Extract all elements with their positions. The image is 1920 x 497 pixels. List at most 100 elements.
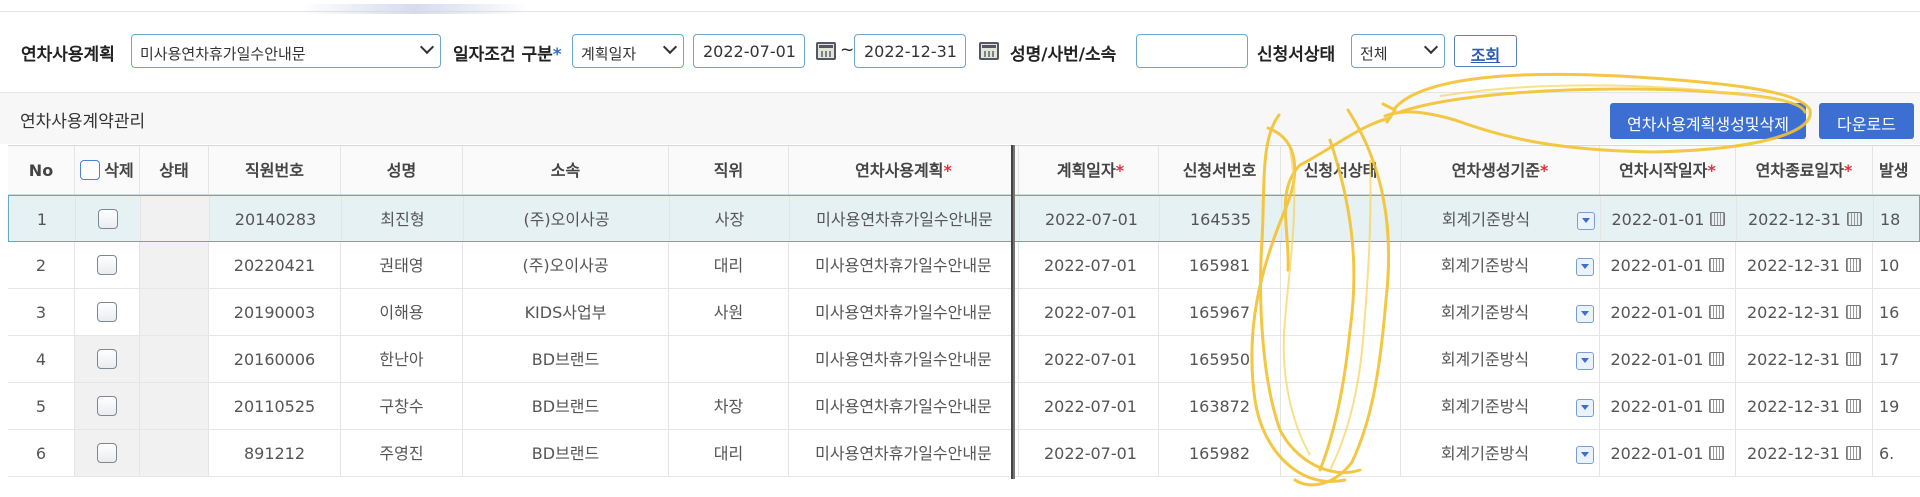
- status-select[interactable]: 전체: [1351, 34, 1445, 68]
- col-department[interactable]: 소속: [463, 146, 669, 194]
- calendar-icon[interactable]: [1709, 305, 1725, 319]
- table-row[interactable]: 4 20160006 한난아 BD브랜드 미사용연차휴가일수안내문 2022-07-01 1…: [8, 336, 1920, 383]
- cell-issued-text: 16: [1879, 303, 1900, 322]
- row-delete-checkbox[interactable]: [97, 396, 117, 416]
- row-delete-checkbox[interactable]: [97, 443, 117, 463]
- cell-generation-basis[interactable]: 회계기준방식: [1401, 430, 1600, 476]
- calendar-icon[interactable]: [979, 42, 999, 60]
- cell-end-date[interactable]: 2022-12-31: [1736, 336, 1873, 382]
- cell-delete[interactable]: [75, 289, 140, 335]
- cell-end-date[interactable]: 2022-12-31: [1736, 242, 1873, 288]
- col-employee-no[interactable]: 직원번호: [209, 146, 341, 194]
- row-delete-checkbox[interactable]: [98, 209, 118, 229]
- calendar-icon[interactable]: [1709, 352, 1725, 366]
- cell-plan-text: 미사용연차휴가일수안내문: [816, 210, 993, 229]
- calendar-icon[interactable]: [1845, 446, 1861, 460]
- table-row[interactable]: 3 20190003 이해용 KIDS사업부 사원 미사용연차휴가일수안내문 2022-07…: [8, 289, 1920, 336]
- cell-start-date[interactable]: 2022-01-01: [1600, 430, 1736, 476]
- cell-end-date[interactable]: 2022-12-31: [1736, 430, 1873, 476]
- cell-application-status: [1281, 430, 1401, 476]
- cell-position: 사장: [670, 196, 790, 241]
- calendar-icon[interactable]: [1845, 258, 1861, 272]
- filter-bar: 연차사용계획 미사용연차휴가일수안내문 일자조건 구분* 계획일자 2022-0…: [0, 32, 1920, 72]
- table-row[interactable]: 1 20140283 최진형 (주)오이사공 사장 미사용연차휴가일수안내문 2022-07…: [8, 195, 1920, 242]
- calendar-icon[interactable]: [1846, 212, 1862, 226]
- col-no[interactable]: No: [8, 146, 75, 194]
- calendar-icon[interactable]: [1845, 352, 1861, 366]
- cell-delete[interactable]: [75, 430, 140, 476]
- cell-generation-basis[interactable]: 회계기준방식: [1401, 336, 1600, 382]
- row-delete-checkbox[interactable]: [97, 349, 117, 369]
- calendar-icon[interactable]: [1845, 305, 1861, 319]
- cell-end-date[interactable]: 2022-12-31: [1736, 289, 1873, 335]
- cell-generation-basis[interactable]: 회계기준방식: [1401, 242, 1600, 288]
- cell-delete[interactable]: [75, 383, 140, 429]
- cell-delete[interactable]: [75, 242, 140, 288]
- dropdown-arrow-icon[interactable]: [1576, 446, 1594, 464]
- cell-issued: 18: [1874, 196, 1920, 241]
- cell-generation-basis[interactable]: 회계기준방식: [1401, 383, 1600, 429]
- table-row[interactable]: 5 20110525 구창수 BD브랜드 차장 미사용연차휴가일수안내문 2022-07-0…: [8, 383, 1920, 430]
- col-plan[interactable]: 연차사용계획*: [789, 146, 1019, 194]
- table-row[interactable]: 6 891212 주영진 BD브랜드 대리 미사용연차휴가일수안내문 2022-07-01 1…: [8, 430, 1920, 477]
- calendar-icon[interactable]: [1710, 212, 1726, 226]
- dropdown-arrow-icon[interactable]: [1576, 305, 1594, 323]
- select-all-checkbox[interactable]: [80, 160, 101, 180]
- dropdown-arrow-icon[interactable]: [1576, 258, 1594, 276]
- cell-application-no: 163872: [1159, 383, 1281, 429]
- download-button[interactable]: 다운로드: [1819, 103, 1914, 139]
- date-from-input[interactable]: 2022-07-01: [693, 34, 805, 68]
- col-position[interactable]: 직위: [669, 146, 789, 194]
- col-delete[interactable]: 삭제: [75, 146, 140, 194]
- dropdown-arrow-icon[interactable]: [1576, 352, 1594, 370]
- cell-end-date[interactable]: 2022-12-31: [1736, 383, 1873, 429]
- col-start-date[interactable]: 연차시작일자*: [1600, 146, 1736, 194]
- cell-generation-basis[interactable]: 회계기준방식: [1401, 289, 1600, 335]
- table-row[interactable]: 2 20220421 권태영 (주)오이사공 대리 미사용연차휴가일수안내문 2022-07…: [8, 242, 1920, 289]
- col-name[interactable]: 성명: [341, 146, 463, 194]
- cell-department: BD브랜드: [463, 336, 669, 382]
- cell-position: 대리: [669, 430, 789, 476]
- calendar-icon[interactable]: [1845, 399, 1861, 413]
- row-delete-checkbox[interactable]: [97, 302, 117, 322]
- dropdown-arrow-icon[interactable]: [1576, 399, 1594, 417]
- cell-name: 한난아: [341, 336, 463, 382]
- cell-end-date[interactable]: 2022-12-31: [1737, 196, 1874, 241]
- cell-employee-no: 20220421: [209, 242, 341, 288]
- search-button[interactable]: 조회: [1454, 35, 1517, 67]
- calendar-icon[interactable]: [1709, 258, 1725, 272]
- calendar-icon[interactable]: [1709, 446, 1725, 460]
- row-delete-checkbox[interactable]: [97, 255, 117, 275]
- cell-position-text: 사원: [713, 303, 744, 322]
- col-application-no[interactable]: 신청서번호: [1159, 146, 1281, 194]
- name-search-input[interactable]: [1136, 34, 1248, 68]
- cell-end-date-text: 2022-12-31: [1747, 444, 1840, 463]
- cell-department-text: BD브랜드: [531, 350, 600, 369]
- cell-delete[interactable]: [75, 336, 140, 382]
- date-to-input[interactable]: 2022-12-31: [854, 34, 966, 68]
- cell-generation-basis[interactable]: 회계기준방식: [1402, 196, 1601, 241]
- cell-start-date[interactable]: 2022-01-01: [1600, 242, 1736, 288]
- cell-delete[interactable]: [76, 196, 141, 241]
- cell-application-no-text: 165982: [1188, 444, 1251, 463]
- col-generation-basis[interactable]: 연차생성기준*: [1401, 146, 1600, 194]
- col-end-date[interactable]: 연차종료일자*: [1736, 146, 1873, 194]
- cell-start-date[interactable]: 2022-01-01: [1600, 289, 1736, 335]
- create-delete-plan-button[interactable]: 연차사용계획생성및삭제: [1610, 103, 1806, 139]
- frozen-column-divider[interactable]: [1011, 145, 1015, 479]
- plan-select[interactable]: 미사용연차휴가일수안내문: [131, 34, 441, 68]
- calendar-icon[interactable]: [816, 42, 836, 60]
- cell-start-date[interactable]: 2022-01-01: [1600, 383, 1736, 429]
- cell-application-no: 164535: [1160, 196, 1282, 241]
- cell-start-date[interactable]: 2022-01-01: [1600, 336, 1736, 382]
- cell-no: 3: [8, 289, 75, 335]
- cell-no-text: 6: [35, 444, 47, 463]
- cell-start-date[interactable]: 2022-01-01: [1601, 196, 1737, 241]
- col-application-status[interactable]: 신청서상태: [1281, 146, 1401, 194]
- col-status[interactable]: 상태: [140, 146, 209, 194]
- col-issued[interactable]: 발생: [1873, 146, 1920, 194]
- calendar-icon[interactable]: [1709, 399, 1725, 413]
- dropdown-arrow-icon[interactable]: [1577, 212, 1595, 230]
- col-plan-date[interactable]: 계획일자*: [1023, 146, 1159, 194]
- date-condition-select[interactable]: 계획일자: [572, 34, 684, 68]
